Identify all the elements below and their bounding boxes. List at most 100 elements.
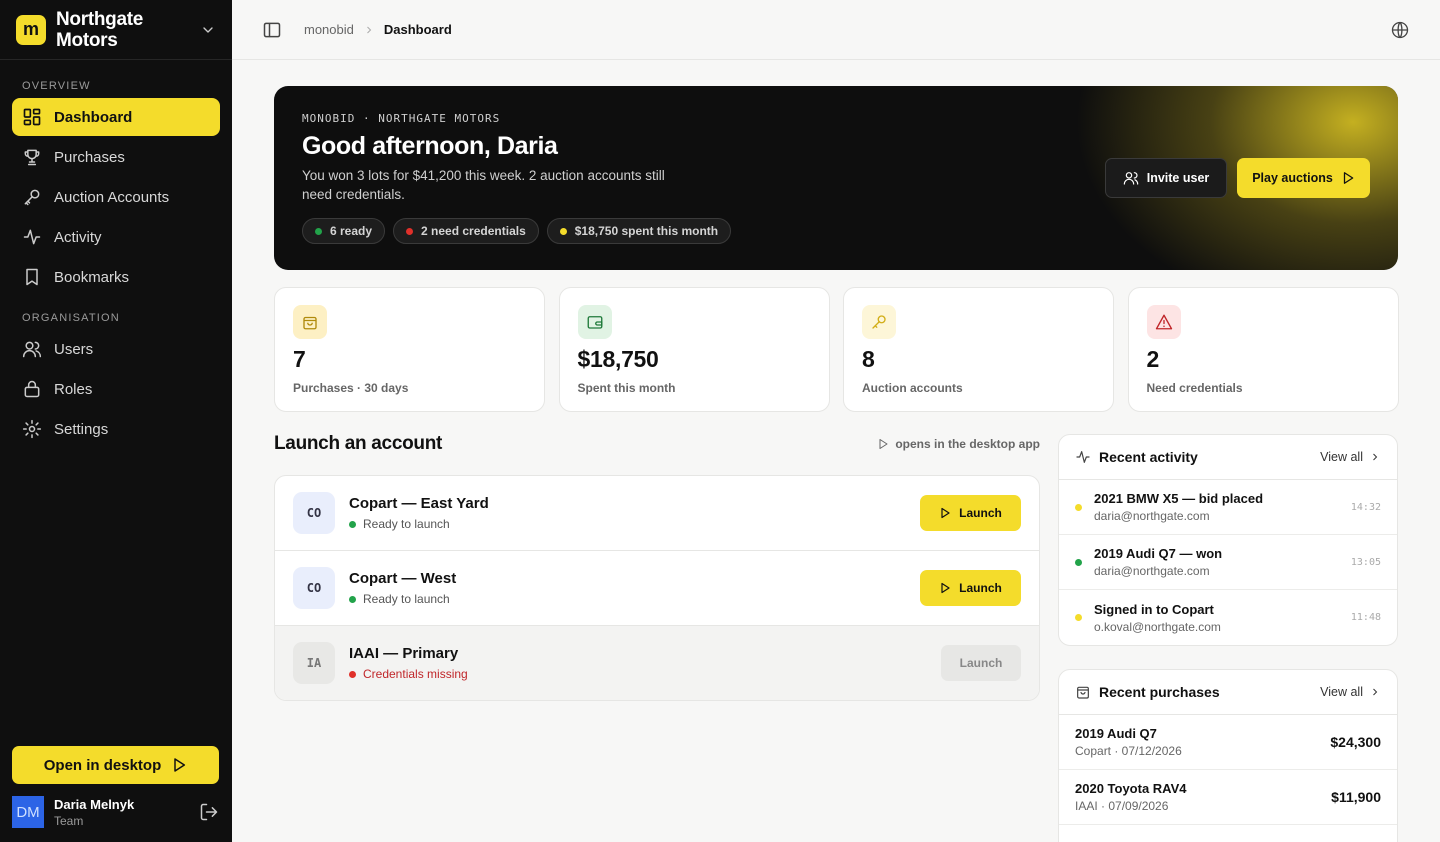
sidebar-item-label: Bookmarks: [54, 268, 130, 286]
play-icon: [941, 582, 950, 594]
purchase-item[interactable]: 2020 Toyota RAV4 IAAI · 07/09/2026 $11,90…: [1059, 770, 1397, 825]
account-row: CO Copart — East Yard Ready to launch La…: [275, 476, 1039, 551]
view-all-purchases-link[interactable]: View all: [1320, 685, 1381, 699]
activity-title: 2021 BMW X5 — bid placed: [1094, 491, 1264, 506]
activity-time: 11:48: [1350, 612, 1381, 623]
welcome-banner: MONOBID · NORTHGATE MOTORS Good afternoo…: [274, 86, 1398, 270]
red-dot-icon: [349, 670, 356, 678]
topbar: monobid Dashboard: [232, 0, 1440, 60]
banner-eyebrow: MONOBID · NORTHGATE MOTORS: [302, 112, 501, 125]
activity-icon: [1076, 451, 1090, 463]
brand-logo: m: [16, 14, 46, 45]
yellow-dot-icon: [1075, 503, 1082, 511]
view-all-label: View all: [1320, 685, 1363, 699]
stat-cards: 7 Purchases · 30 days $18,750 Spent this…: [274, 287, 1399, 412]
invite-user-label: Invite user: [1146, 171, 1210, 185]
sidebar-item-label: Purchases: [54, 148, 125, 166]
recent-purchases-panel: Recent purchases View all 2019 Audi Q7 Co…: [1058, 669, 1398, 842]
account-list: CO Copart — East Yard Ready to launch La…: [274, 475, 1040, 701]
stat-icon-wrap: [577, 305, 612, 339]
stat-label: Need credentials: [1146, 381, 1243, 395]
launch-note: opens in the desktop app: [877, 437, 1040, 451]
org-switcher[interactable]: m Northgate Motors: [0, 0, 232, 60]
stat-value: 8: [862, 346, 875, 372]
launch-button-disabled: Launch: [941, 645, 1021, 681]
sidebar-toggle-icon[interactable]: [262, 20, 282, 40]
sidebar-item-label: Activity: [54, 228, 102, 246]
chevron-down-icon[interactable]: [200, 22, 216, 38]
bag-icon: [1077, 686, 1089, 699]
pill-label: 6 ready: [330, 224, 373, 238]
launch-header: Launch an account opens in the desktop a…: [274, 433, 1040, 455]
status-pill-credentials: 2 need credentials: [393, 218, 539, 244]
chevron-right-icon: [1373, 453, 1378, 461]
sidebar-item-label: Auction Accounts: [54, 188, 170, 206]
purchase-item[interactable]: 2019 Audi Q7 Copart · 07/12/2026 $24,300: [1059, 715, 1397, 770]
activity-item[interactable]: 2019 Audi Q7 — won daria@northgate.com 13…: [1059, 535, 1397, 590]
stat-icon-wrap: [862, 305, 896, 339]
account-status-text: Ready to launch: [363, 517, 450, 531]
purchase-meta: Copart · 07/12/2026: [1075, 744, 1182, 758]
activity-item[interactable]: Signed in to Copart o.koval@northgate.com…: [1059, 590, 1397, 645]
panel-title: Recent purchases: [1099, 684, 1220, 700]
view-all-label: View all: [1320, 450, 1363, 464]
logout-icon[interactable]: [199, 802, 219, 822]
play-icon: [941, 507, 950, 519]
avatar: DM: [12, 796, 44, 828]
sidebar-item-bookmarks[interactable]: Bookmarks: [12, 258, 220, 296]
invite-user-button[interactable]: Invite user: [1105, 158, 1227, 198]
lock-icon: [24, 380, 40, 398]
chevron-right-icon: [367, 26, 372, 33]
account-status: Credentials missing: [349, 667, 468, 681]
recent-activity-panel: Recent activity View all 2021 BMW X5 — b…: [1058, 434, 1398, 646]
play-icon: [174, 758, 186, 772]
launch-button[interactable]: Launch: [920, 495, 1021, 531]
open-in-desktop-label: Open in desktop: [43, 756, 162, 774]
key-icon: [24, 189, 40, 206]
launch-button-label: Launch: [959, 581, 1002, 595]
sidebar-item-users[interactable]: Users: [12, 330, 220, 368]
breadcrumb-root[interactable]: monobid: [304, 22, 354, 37]
users-icon: [22, 341, 42, 358]
launch-button[interactable]: Launch: [920, 570, 1021, 606]
account-row: CO Copart — West Ready to launch Launch: [275, 551, 1039, 626]
activity-user: o.koval@northgate.com: [1094, 619, 1221, 634]
sidebar-item-settings[interactable]: Settings: [12, 410, 220, 448]
view-all-activity-link[interactable]: View all: [1320, 450, 1381, 464]
sidebar-item-purchases[interactable]: Purchases: [12, 138, 220, 176]
bag-icon: [303, 316, 317, 330]
play-auctions-label: Play auctions: [1252, 171, 1333, 185]
activity-title: Signed in to Copart: [1094, 601, 1214, 617]
brand-name: Northgate Motors: [56, 8, 144, 51]
account-badge: CO: [293, 492, 335, 534]
stat-card-spent: $18,750 Spent this month: [558, 287, 830, 412]
open-in-desktop-button[interactable]: Open in desktop: [12, 746, 219, 784]
alert-icon: [1155, 314, 1172, 330]
yellow-dot-icon: [1075, 614, 1082, 621]
sidebar-item-dashboard[interactable]: Dashboard: [12, 98, 220, 136]
launch-button-label: Launch: [959, 506, 1002, 520]
sidebar-item-label: Dashboard: [54, 108, 133, 126]
wallet-icon: [587, 316, 602, 329]
play-auctions-button[interactable]: Play auctions: [1237, 158, 1370, 198]
activity-time: 13:05: [1350, 556, 1381, 568]
status-pill-ready: 6 ready: [302, 218, 386, 244]
account-status: Ready to launch: [349, 517, 489, 531]
stat-card-purchases: 7 Purchases · 30 days: [274, 287, 545, 412]
activity-item[interactable]: 2021 BMW X5 — bid placed daria@northgate.…: [1059, 480, 1397, 535]
green-dot-icon: [349, 595, 356, 603]
user-icon: [1123, 172, 1139, 185]
green-dot-icon: [349, 520, 356, 528]
user-profile: DM Daria Melnyk Team: [12, 795, 219, 829]
stat-value: 7: [293, 346, 306, 372]
activity-time: 14:32: [1350, 501, 1381, 513]
launch-title: Launch an account: [274, 433, 443, 454]
sidebar-item-auction-accounts[interactable]: Auction Accounts: [12, 178, 220, 216]
nav-section-overview: OVERVIEW: [22, 80, 91, 92]
sidebar-item-roles[interactable]: Roles: [12, 370, 220, 408]
status-pill-spent: $18,750 spent this month: [546, 218, 732, 244]
nav-section-organisation: ORGANISATION: [22, 312, 120, 324]
sidebar-item-activity[interactable]: Activity: [12, 218, 220, 256]
account-name: IAAI — Primary: [349, 645, 459, 662]
globe-icon[interactable]: [1390, 20, 1410, 40]
